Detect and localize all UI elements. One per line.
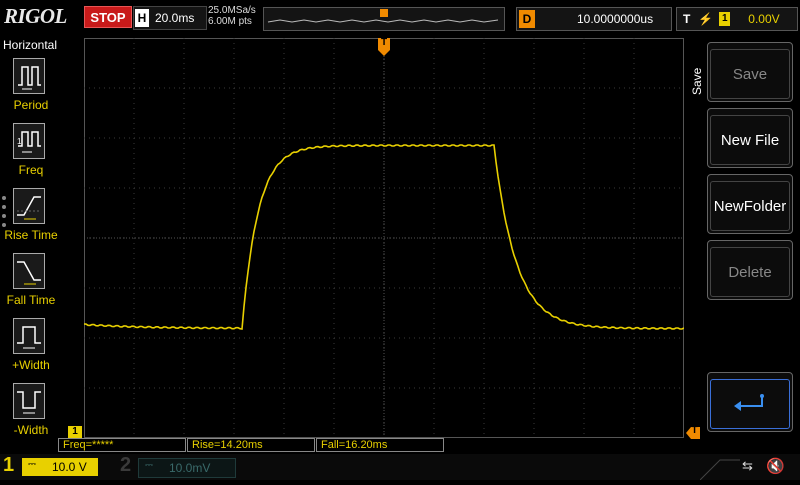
measure-positive-width[interactable]: +Width <box>0 318 62 382</box>
measure-period-label: Period <box>13 98 49 112</box>
delay-value: 10.0000000us <box>577 12 654 26</box>
rigol-logo: RIGOL <box>4 4 67 28</box>
timebase-label: H <box>135 9 149 27</box>
measure-fall-time[interactable]: Fall Time <box>0 253 62 317</box>
trigger-channel: 1 <box>719 12 731 26</box>
overview-waveform <box>267 9 499 23</box>
new-file-button-label: New File <box>710 115 790 165</box>
horizontal-trigger-position-marker[interactable]: T <box>378 37 390 56</box>
measure-rise-time-label: Rise Time <box>4 228 58 242</box>
trigger-label: T <box>683 12 691 26</box>
ch1-scale: 10.0 V <box>52 460 87 474</box>
sample-rate: 25.0MSa/s <box>208 5 256 16</box>
return-arrow-icon <box>734 394 764 411</box>
measure-negative-width[interactable]: -Width <box>0 383 62 447</box>
waveform-display[interactable] <box>84 38 684 438</box>
delay-indicator[interactable]: D 10.0000000us <box>516 7 672 31</box>
ch2-coupling-icon: ⎓ <box>145 460 153 471</box>
measure-positive-width-label: +Width <box>12 358 50 372</box>
ch2-status[interactable]: 2 ⎓ 10.0mV <box>110 454 236 480</box>
rising-edge-icon: ⚡ <box>698 12 714 26</box>
save-menu-title: Save <box>690 67 704 95</box>
measurement-fall: Fall=16.20ms <box>316 438 444 452</box>
memory-depth: 6.00M pts <box>208 16 252 27</box>
new-folder-button-label: NewFolder <box>710 181 790 231</box>
measure-category-title: Horizontal <box>2 38 58 52</box>
trigger-level: 0.00V <box>748 12 780 26</box>
ch1-scale-box: ⎓ 10.0 V <box>22 458 98 476</box>
dc-coupling-icon: ⎓ <box>28 459 36 470</box>
overview-trigger-marker-icon <box>380 9 388 17</box>
measurement-freq: Freq=***** <box>58 438 186 452</box>
measure-freq[interactable]: 1 Freq <box>0 123 62 187</box>
trigger-indicator[interactable]: T ⚡ 1 0.00V <box>676 7 798 31</box>
ch2-number: 2 <box>120 454 132 476</box>
negative-width-icon <box>13 383 45 419</box>
usb-icon: ⇆ <box>742 458 753 473</box>
fall-time-icon <box>13 253 45 289</box>
svg-text:1: 1 <box>17 137 22 146</box>
measure-negative-width-label: -Width <box>13 423 49 437</box>
new-folder-button[interactable]: NewFolder <box>707 174 793 234</box>
ch1-status[interactable]: 1 ⎓ 10.0 V <box>0 454 105 480</box>
timebase-indicator[interactable]: H 20.0ms <box>133 6 207 30</box>
status-divider <box>699 454 740 481</box>
measure-fall-time-label: Fall Time <box>6 293 56 307</box>
ch1-number: 1 <box>3 454 15 476</box>
waveform-grid <box>84 38 684 438</box>
save-button[interactable]: Save <box>707 42 793 102</box>
positive-width-icon <box>13 318 45 354</box>
timebase-value: 20.0ms <box>155 11 195 25</box>
return-button[interactable] <box>707 372 793 432</box>
top-trigger-marker-label: T <box>380 37 388 48</box>
measure-period[interactable]: Period <box>0 58 62 122</box>
freq-icon: 1 <box>13 123 45 159</box>
delete-button-label: Delete <box>710 247 790 297</box>
delay-label: D <box>519 10 535 28</box>
measure-rise-time[interactable]: Rise Time <box>0 188 62 252</box>
period-icon <box>13 58 45 94</box>
return-button-inner <box>710 379 790 429</box>
speaker-muted-icon[interactable]: 🔇 <box>766 457 785 475</box>
measurement-rise: Rise=14.20ms <box>187 438 315 452</box>
new-file-button[interactable]: New File <box>707 108 793 168</box>
acquisition-info: 25.0MSa/s 6.00M pts <box>208 5 256 27</box>
ch1-offset-marker[interactable]: 1 <box>68 426 82 438</box>
run-stop-status[interactable]: STOP <box>84 6 132 28</box>
delete-button[interactable]: Delete <box>707 240 793 300</box>
waveform-overview-bar[interactable] <box>263 7 505 31</box>
ch2-scale-box: ⎓ 10.0mV <box>138 458 236 478</box>
measure-freq-label: Freq <box>18 163 44 177</box>
save-button-label: Save <box>710 49 790 99</box>
rise-time-icon <box>13 188 45 224</box>
ch2-scale: 10.0mV <box>169 461 211 475</box>
